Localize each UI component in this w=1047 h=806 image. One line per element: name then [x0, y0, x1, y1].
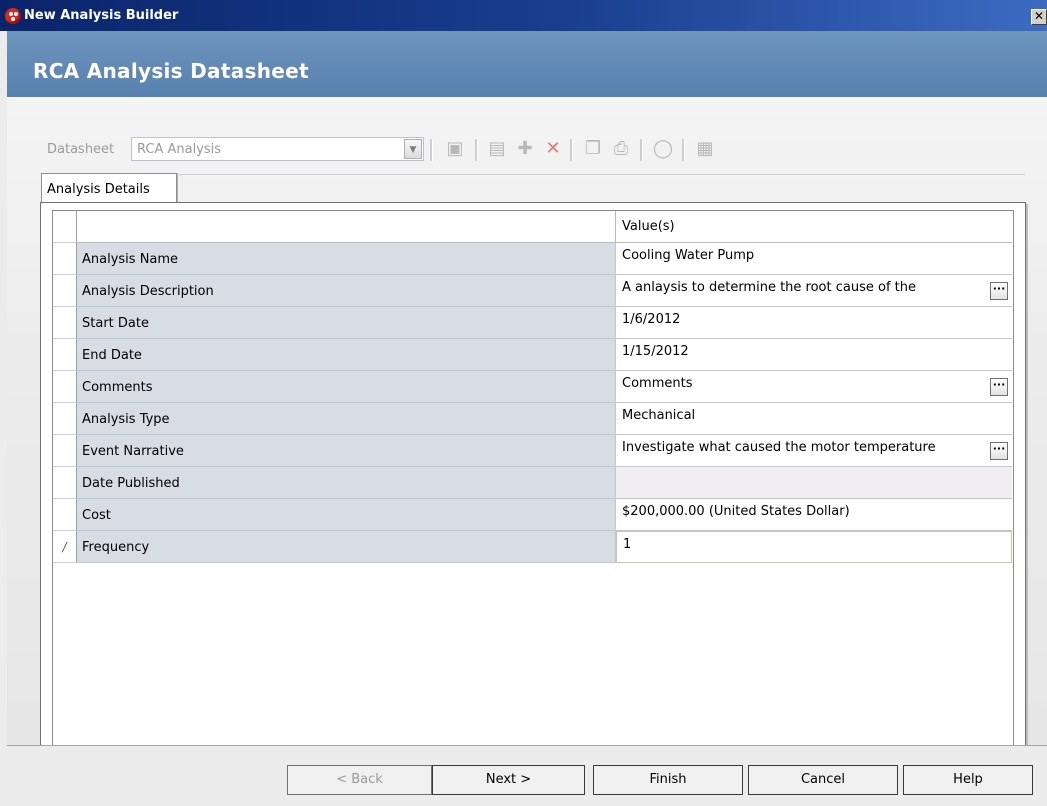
app-logo-icon [5, 8, 21, 24]
window-title: New Analysis Builder [24, 8, 179, 23]
row-selector[interactable] [53, 467, 77, 499]
field-name: End Date [77, 339, 616, 371]
help-button[interactable]: Help [903, 765, 1033, 795]
field-value-text: A anlaysis to determine the root cause o… [622, 280, 916, 295]
new-record-icon[interactable]: ▣ [443, 137, 467, 161]
field-column-header [77, 211, 616, 243]
field-name: Analysis Type [77, 403, 616, 435]
row-selector[interactable] [53, 243, 77, 275]
finish-button[interactable]: Finish [593, 765, 743, 795]
page-title: RCA Analysis Datasheet [33, 59, 309, 83]
field-name: Cost [77, 499, 616, 531]
chevron-down-icon[interactable]: ▼ [404, 139, 422, 159]
copy-icon[interactable]: ❐ [581, 137, 605, 161]
datasheet-grid: Value(s) Analysis Name Cooling Water Pum… [52, 210, 1014, 768]
table-row: Analysis Type Mechanical [53, 403, 1013, 435]
table-row: Cost $200,000.00 (United States Dollar) [53, 499, 1013, 531]
table-row: Date Published [53, 467, 1013, 499]
ellipsis-button[interactable]: ··· [990, 442, 1008, 460]
row-selector[interactable] [53, 211, 77, 243]
field-name: Event Narrative [77, 435, 616, 467]
row-selector[interactable] [53, 275, 77, 307]
print-icon[interactable]: ⎙ [609, 137, 633, 161]
table-row: / Frequency 1 [53, 531, 1013, 563]
wizard-footer: < Back Next > Finish Cancel Help [7, 745, 1047, 806]
delete-icon[interactable]: ✕ [541, 137, 565, 161]
field-value[interactable]: 1 [616, 531, 1012, 563]
table-row: End Date 1/15/2012 [53, 339, 1013, 371]
main-content: Datasheet RCA Analysis ▼ ▣ ▤ ✚ ✕ ❐ ⎙ ◯ ▦… [7, 97, 1047, 775]
table-row: Event Narrative Investigate what caused … [53, 435, 1013, 467]
toolbar-separator [475, 139, 478, 161]
save-icon[interactable]: ▤ [485, 137, 509, 161]
field-name: Comments [77, 371, 616, 403]
toolbar-separator [430, 139, 433, 161]
field-value-text: Comments [622, 376, 693, 391]
field-value[interactable]: $200,000.00 (United States Dollar) [616, 499, 1012, 531]
row-selector[interactable] [53, 435, 77, 467]
window-titlebar: New Analysis Builder ✕ [0, 0, 1047, 31]
toolbar-separator [570, 139, 573, 161]
field-name: Date Published [77, 467, 616, 499]
field-name: Analysis Description [77, 275, 616, 307]
datasheet-select-value: RCA Analysis [137, 142, 222, 157]
field-value[interactable]: 1/6/2012 [616, 307, 1012, 339]
row-selector[interactable] [53, 339, 77, 371]
attach-icon[interactable]: ◯ [651, 137, 675, 161]
row-selector[interactable] [53, 499, 77, 531]
field-name: Frequency [77, 531, 616, 563]
field-value [616, 467, 1012, 499]
row-selector[interactable] [53, 371, 77, 403]
back-button[interactable]: < Back [287, 765, 432, 795]
table-row: Start Date 1/6/2012 [53, 307, 1013, 339]
field-value-text: Investigate what caused the motor temper… [622, 440, 936, 455]
datasheet-label: Datasheet [47, 142, 115, 157]
close-window-button[interactable]: ✕ [1031, 9, 1047, 25]
field-name: Analysis Name [77, 243, 616, 275]
grid-header-row: Value(s) [53, 211, 1013, 243]
datasheet-select[interactable]: RCA Analysis ▼ [131, 137, 424, 161]
field-value[interactable]: A anlaysis to determine the root cause o… [616, 275, 1012, 307]
table-row: Analysis Name Cooling Water Pump [53, 243, 1013, 275]
value-column-header: Value(s) [616, 211, 1012, 243]
field-value[interactable]: Cooling Water Pump [616, 243, 1012, 275]
tab-panel: Value(s) Analysis Name Cooling Water Pum… [40, 202, 1026, 775]
tab-label: Analysis Details [47, 182, 150, 197]
field-name: Start Date [77, 307, 616, 339]
pencil-icon[interactable]: / [53, 531, 77, 563]
tab-analysis-details[interactable]: Analysis Details [41, 173, 177, 203]
toolbar-separator [640, 139, 643, 161]
row-selector[interactable] [53, 307, 77, 339]
ellipsis-button[interactable]: ··· [990, 282, 1008, 300]
next-button[interactable]: Next > [432, 765, 585, 795]
page-header: RCA Analysis Datasheet [7, 31, 1047, 97]
cancel-button[interactable]: Cancel [748, 765, 898, 795]
row-selector[interactable] [53, 403, 77, 435]
table-row: Analysis Description A anlaysis to deter… [53, 275, 1013, 307]
field-value[interactable]: 1/15/2012 [616, 339, 1012, 371]
tab-strip-divider [177, 174, 1025, 175]
ellipsis-button[interactable]: ··· [990, 378, 1008, 396]
report-icon[interactable]: ▦ [693, 137, 717, 161]
toolbar-separator [682, 139, 685, 161]
field-value[interactable]: Mechanical [616, 403, 1012, 435]
table-row: Comments Comments ··· [53, 371, 1013, 403]
field-value[interactable]: Comments ··· [616, 371, 1012, 403]
field-value[interactable]: Investigate what caused the motor temper… [616, 435, 1012, 467]
add-icon[interactable]: ✚ [513, 137, 537, 161]
